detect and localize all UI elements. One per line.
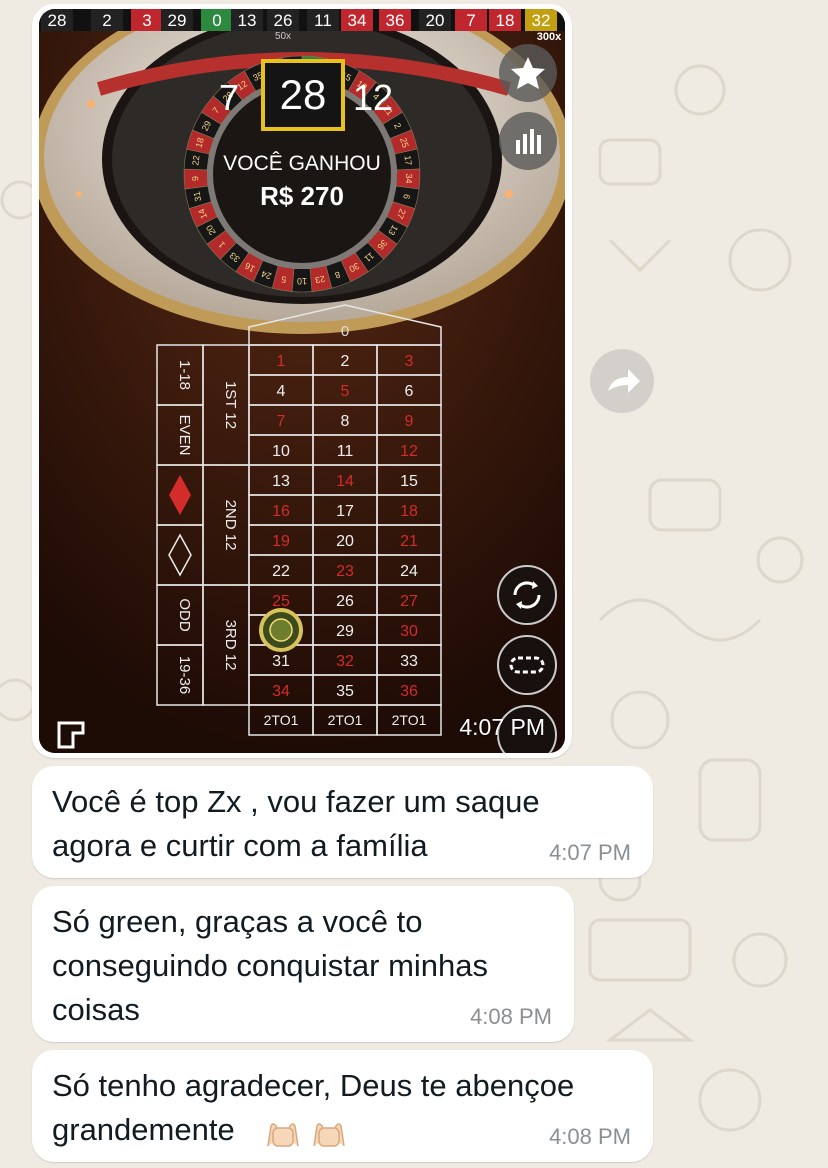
column-bet-label: 2TO1 — [328, 712, 363, 728]
message-time: 4:08 PM — [549, 1124, 631, 1149]
favorite-button[interactable] — [499, 44, 557, 102]
dozen-bet-label: 1ST 12 — [222, 381, 239, 429]
star-icon — [511, 57, 545, 89]
bar-chart-icon — [516, 129, 541, 154]
message-text: Só green, graças a você to conseguindo c… — [52, 904, 488, 1027]
message-bubble[interactable]: Você é top Zx , vou fazer um saque agora… — [32, 766, 653, 878]
cell-number: 8 — [341, 413, 350, 430]
cell-number: 11 — [337, 443, 354, 460]
cell-number: 7 — [277, 413, 286, 430]
cell-number: 16 — [272, 503, 290, 520]
racetrack-icon — [509, 656, 545, 674]
cell-number: 35 — [336, 683, 354, 700]
dozen-bet-label: 2ND 12 — [222, 500, 239, 551]
raising-hands-icon — [313, 1123, 345, 1147]
logo-icon — [57, 721, 85, 749]
message-time: 4:07 PM — [549, 840, 631, 865]
chip-center — [269, 618, 293, 642]
statistics-button[interactable] — [499, 112, 557, 170]
cell-number: 15 — [400, 473, 418, 490]
repeat-icon — [513, 581, 541, 609]
cell-number: 19 — [272, 533, 290, 550]
image-timestamp: 4:07 PM — [459, 714, 545, 740]
cell-number: 6 — [405, 383, 414, 400]
cell-number: 22 — [272, 563, 290, 580]
cell-number: 18 — [400, 503, 418, 520]
cell-number: 32 — [336, 653, 354, 670]
cell-number: 5 — [341, 383, 350, 400]
cell-number: 36 — [400, 683, 418, 700]
cell-number: 14 — [336, 473, 354, 490]
message-text: Você é top Zx , vou fazer um saque agora… — [52, 784, 540, 863]
betting-table[interactable]: 01 2 34 5 67 8 910 11 1213 14 1516 17 1819 20 2122 23 24… — [39, 9, 565, 753]
cell-number: 23 — [336, 563, 354, 580]
cell-number: 10 — [272, 443, 290, 460]
red-diamond-icon — [169, 475, 191, 515]
cell-number: 17 — [336, 503, 354, 520]
raising-hands-emoji — [264, 1110, 354, 1150]
message-bubble[interactable]: Só green, graças a você to conseguindo c… — [32, 886, 574, 1042]
cell-number: 33 — [400, 653, 418, 670]
roulette-screenshot[interactable]: 0321519421225173462713361130823105241633… — [39, 9, 565, 753]
cell-number: 12 — [400, 443, 418, 460]
column-bet-label: 2TO1 — [264, 712, 299, 728]
cell-number: 20 — [336, 533, 354, 550]
cell-number: 3 — [405, 353, 414, 370]
cell-number: 9 — [405, 413, 414, 430]
cell-number: 2 — [341, 353, 350, 370]
cell-number: 24 — [400, 563, 418, 580]
racetrack-button[interactable] — [497, 635, 557, 695]
outside-bet-label: 1-18 — [176, 360, 193, 390]
share-arrow-icon — [608, 369, 640, 393]
cell-number: 13 — [272, 473, 290, 490]
cell-number: 26 — [336, 593, 354, 610]
cell-number: 31 — [272, 653, 290, 670]
image-message[interactable]: 0321519421225173462713361130823105241633… — [32, 4, 572, 758]
cell-number: 30 — [400, 623, 418, 640]
cell-number: 27 — [400, 593, 418, 610]
message-bubble[interactable]: Só tenho agradecer, Deus te abençoe gran… — [32, 1050, 653, 1162]
repeat-bet-button[interactable] — [497, 565, 557, 625]
outside-bet-label: 19-36 — [176, 656, 193, 694]
outside-bet-label: EVEN — [176, 415, 193, 456]
cell-number: 25 — [272, 593, 290, 610]
zero-number: 0 — [341, 323, 349, 340]
raising-hands-icon — [267, 1123, 299, 1147]
dozen-bet-label: 3RD 12 — [222, 620, 239, 671]
black-diamond-icon — [168, 533, 192, 577]
cell-number: 4 — [277, 383, 286, 400]
column-bet-label: 2TO1 — [392, 712, 427, 728]
cell-number: 21 — [400, 533, 418, 550]
outside-bet-label: ODD — [176, 598, 193, 632]
forward-button[interactable] — [590, 349, 654, 413]
message-time: 4:08 PM — [470, 1004, 552, 1029]
cell-number: 1 — [277, 353, 286, 370]
cell-number: 34 — [272, 683, 290, 700]
cell-number: 29 — [336, 623, 354, 640]
